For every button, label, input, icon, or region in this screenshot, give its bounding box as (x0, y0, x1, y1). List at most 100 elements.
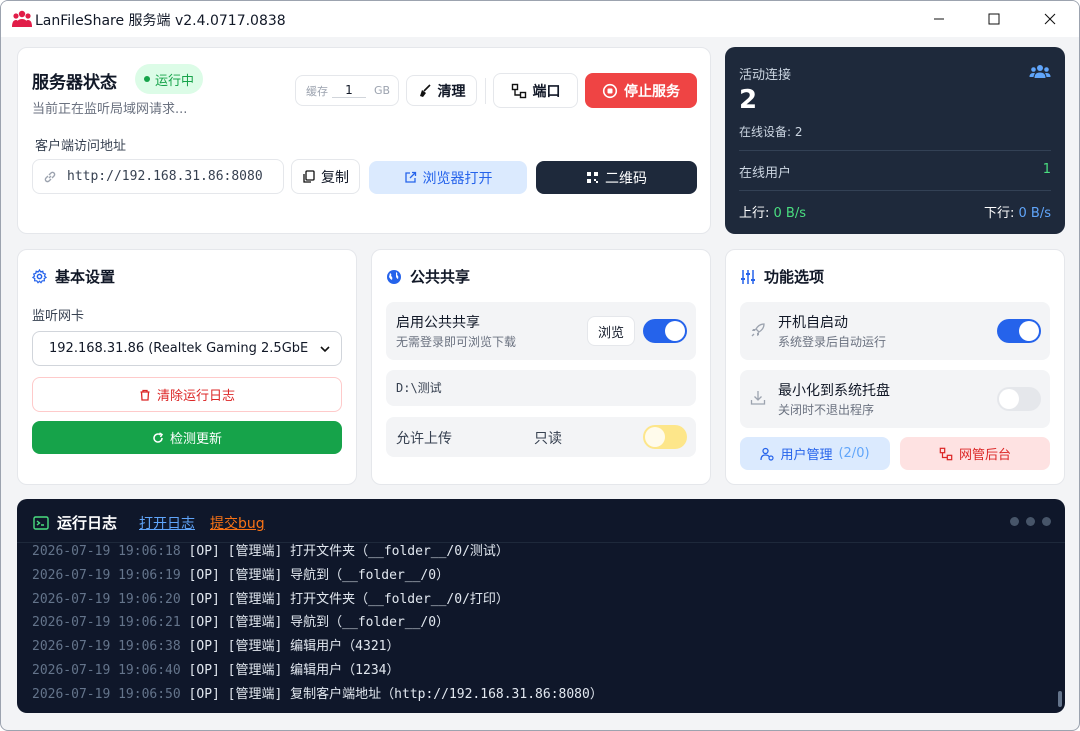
log-lines: 2026-07-19 19:06:18 [OP] [管理端] 打开文件夹（__f… (32, 540, 1042, 707)
run-log-label: 运行日志 (57, 514, 118, 532)
upload-speed-label: 上行: (739, 206, 770, 221)
public-share-toggle[interactable] (643, 319, 687, 343)
stop-service-button[interactable]: 停止服务 (585, 73, 697, 108)
log-timestamp: 2026-07-19 19:06:20 (32, 591, 189, 607)
log-line: 2026-07-19 19:06:50 [OP] [管理端] 复制客户端地址（h… (32, 683, 1042, 707)
autostart-toggle[interactable] (997, 319, 1041, 343)
run-log-title: 运行日志 (33, 512, 117, 533)
gear-icon (32, 269, 47, 284)
status-badge-label: 运行中 (155, 73, 195, 89)
title-bar[interactable]: LanFileShare 服务端 v2.4.0717.0838 (1, 1, 1079, 37)
download-speed-value: 0 B/s (1018, 206, 1051, 221)
enable-public-share-desc: 无需登录即可浏览下载 (396, 335, 517, 349)
tray-title: 最小化到系统托盘 (778, 383, 890, 399)
toolbar-divider (485, 78, 486, 104)
public-share-panel: 公共共享 启用公共共享 无需登录即可浏览下载 浏览 D:\测试 允许上传 只读 (371, 249, 711, 485)
minimize-button[interactable] (911, 1, 967, 37)
divider (739, 190, 1051, 191)
app-window: LanFileShare 服务端 v2.4.0717.0838 服务器状态 运行… (0, 0, 1080, 731)
tray-row: 最小化到系统托盘 关闭时不退出程序 (740, 370, 1050, 428)
allow-upload-row: 允许上传 只读 (386, 417, 696, 457)
cache-unit: GB (374, 84, 391, 97)
basic-settings-label: 基本设置 (55, 268, 116, 286)
share-path-row: D:\测试 (386, 370, 696, 406)
autostart-desc: 系统登录后自动运行 (778, 335, 887, 349)
user-count: (2/0) (838, 446, 870, 461)
window-dots (1010, 517, 1051, 526)
server-status-title: 服务器状态 (32, 73, 117, 93)
cache-label: 缓存 (306, 84, 328, 98)
network-admin-label: 网管后台 (958, 448, 1011, 463)
link-icon (44, 171, 56, 182)
download-speed: 下行: 0 B/s (984, 202, 1051, 221)
network-admin-button[interactable]: 网管后台 (900, 437, 1050, 470)
open-log-link[interactable]: 打开日志 (139, 513, 195, 533)
status-dot (144, 76, 150, 82)
log-timestamp: 2026-07-19 19:06:21 (32, 615, 189, 631)
chevron-down-icon (320, 346, 330, 353)
function-options-title: 功能选项 (740, 266, 824, 287)
submit-bug-link[interactable]: 提交bug (210, 513, 265, 533)
check-update-button[interactable]: 检测更新 (32, 421, 342, 454)
sliders-icon (741, 269, 755, 284)
globe-icon (387, 269, 401, 284)
open-browser-button[interactable]: 浏览器打开 (369, 161, 527, 194)
active-connections-card: 活动连接 2 在线设备: 2 在线用户 1 上行: 0 B/s 下行: 0 B/… (725, 47, 1065, 234)
basic-settings-title: 基本设置 (32, 266, 115, 287)
tray-toggle[interactable] (997, 387, 1041, 411)
close-button[interactable] (1022, 1, 1078, 37)
network-icon (939, 447, 953, 460)
nic-select[interactable]: 192.168.31.86 (Realtek Gaming 2.5GbE (32, 331, 342, 366)
log-message: [OP] [管理端] 导航到（__folder__/0） (188, 615, 450, 631)
broom-icon (419, 83, 431, 97)
status-badge: 运行中 (135, 64, 204, 94)
log-line: 2026-07-19 19:06:40 [OP] [管理端] 编辑用户（1234… (32, 659, 1042, 683)
share-path: D:\测试 (396, 381, 442, 395)
public-share-title: 公共共享 (386, 266, 470, 287)
server-status-card: 服务器状态 运行中 当前正在监听局域网请求... 缓存 1 GB 清理 端口 停… (17, 47, 711, 234)
copy-icon (303, 170, 315, 183)
log-message: [OP] [管理端] 复制客户端地址（http://192.168.31.86:… (188, 686, 603, 702)
allow-upload-toggle[interactable] (643, 425, 687, 449)
online-users-value: 1 (1042, 162, 1051, 177)
clear-log-button[interactable]: 清除运行日志 (32, 377, 342, 412)
upload-speed: 上行: 0 B/s (739, 202, 806, 221)
users-group-icon (1029, 65, 1051, 78)
terminal-icon (33, 515, 49, 530)
dot (1010, 517, 1019, 526)
tray-desc: 关闭时不退出程序 (778, 403, 875, 417)
cache-size-control: 缓存 1 GB (295, 75, 399, 106)
log-scrollbar[interactable] (1058, 691, 1062, 707)
stop-circle-icon (602, 83, 618, 98)
trash-icon (140, 389, 150, 401)
open-browser-label: 浏览器打开 (422, 170, 493, 187)
port-button[interactable]: 端口 (493, 73, 578, 108)
rocket-icon (751, 323, 765, 337)
copy-address-button[interactable]: 复制 (291, 159, 360, 194)
log-message: [OP] [管理端] 编辑用户（1234） (188, 662, 400, 678)
clear-log-label: 清除运行日志 (156, 389, 235, 404)
qr-code-icon (587, 172, 598, 183)
user-gear-icon (760, 447, 775, 461)
dot (1026, 517, 1035, 526)
browse-button[interactable]: 浏览 (587, 316, 635, 346)
upload-speed-value: 0 B/s (773, 206, 807, 221)
nic-selected-value: 192.168.31.86 (Realtek Gaming 2.5GbE (49, 341, 309, 356)
log-timestamp: 2026-07-19 19:06:40 (32, 662, 189, 678)
qr-code-button[interactable]: 二维码 (536, 161, 697, 194)
maximize-icon (988, 13, 1000, 25)
cache-size-input[interactable]: 1 (332, 83, 366, 98)
user-management-label: 用户管理 (780, 448, 833, 463)
maximize-button[interactable] (966, 1, 1022, 37)
active-connections-count: 2 (739, 85, 758, 115)
clean-cache-button[interactable]: 清理 (406, 75, 477, 106)
download-tray-icon (750, 391, 766, 405)
client-address-field[interactable]: http://192.168.31.86:8080 (32, 159, 284, 194)
active-connections-label: 活动连接 (739, 68, 792, 83)
network-icon (511, 83, 526, 98)
refresh-icon (153, 431, 164, 443)
log-message: [OP] [管理端] 导航到（__folder__/0） (188, 567, 450, 583)
log-timestamp: 2026-07-19 19:06:19 (32, 567, 189, 583)
log-line: 2026-07-19 19:06:18 [OP] [管理端] 打开文件夹（__f… (32, 540, 1042, 564)
user-management-button[interactable]: 用户管理 (2/0) (740, 437, 890, 470)
